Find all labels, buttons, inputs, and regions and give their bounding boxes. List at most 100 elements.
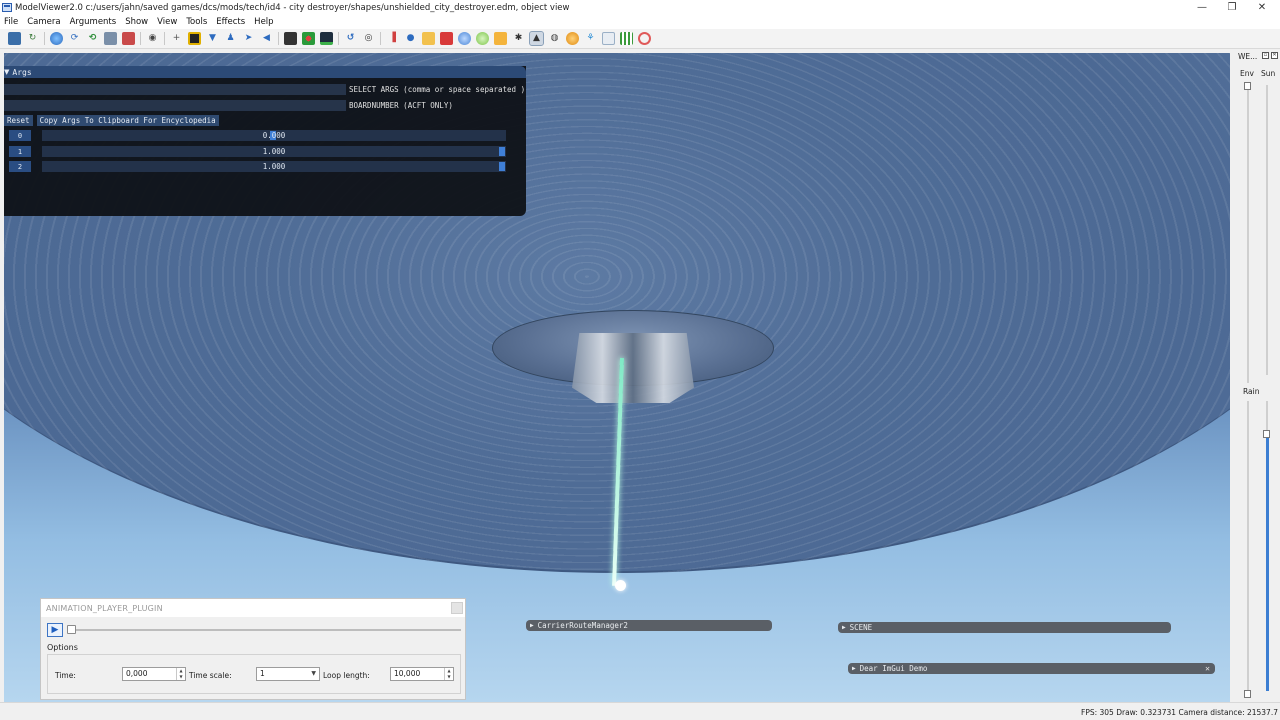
figure-icon[interactable]: ♟ bbox=[224, 32, 237, 45]
time-scale-combo[interactable]: 1 ▼ bbox=[256, 667, 320, 681]
close-button[interactable]: ✕ bbox=[1242, 0, 1280, 15]
reload-icon[interactable]: ↻ bbox=[26, 32, 39, 45]
arg-slider[interactable]: 1.000 bbox=[42, 161, 506, 172]
save-icon[interactable] bbox=[8, 32, 21, 45]
dot-icon[interactable]: ● bbox=[404, 32, 417, 45]
select-args-input[interactable] bbox=[4, 84, 346, 95]
args-panel-title: Args bbox=[12, 67, 32, 77]
sphere-icon[interactable] bbox=[458, 32, 471, 45]
time-spinbox[interactable]: 0,000 ▲ ▼ bbox=[122, 667, 186, 681]
rain-env-knob[interactable] bbox=[1244, 690, 1251, 698]
undo-icon[interactable]: ↺ bbox=[344, 32, 357, 45]
refresh-icon[interactable]: ⟳ bbox=[68, 32, 81, 45]
menu-arguments[interactable]: Arguments bbox=[70, 17, 117, 27]
grid-icon[interactable] bbox=[188, 32, 201, 45]
float-icon[interactable]: ▫ bbox=[1262, 52, 1269, 59]
menu-tools[interactable]: Tools bbox=[186, 17, 207, 27]
arg-value: 0.000 bbox=[262, 131, 286, 140]
weather-panel: WE... ▫ ✕ Env Sun Rain bbox=[1230, 49, 1280, 702]
expand-triangle-icon[interactable]: ▶ bbox=[852, 665, 856, 672]
arg-value: 1.000 bbox=[262, 147, 286, 156]
rain-env-track[interactable] bbox=[1247, 401, 1249, 691]
monitor-icon[interactable] bbox=[320, 32, 333, 45]
expand-triangle-icon[interactable]: ▶ bbox=[530, 622, 534, 629]
grid-icon[interactable] bbox=[620, 32, 633, 45]
chevron-down-icon[interactable]: ▼ bbox=[311, 668, 316, 680]
status-text: FPS: 305 Draw: 0.323731 Camera distance:… bbox=[1081, 708, 1278, 717]
menu-view[interactable]: View bbox=[157, 17, 177, 27]
table-icon[interactable]: ⚘ bbox=[584, 32, 597, 45]
timeline-knob[interactable] bbox=[67, 625, 76, 634]
arrow-icon[interactable]: ➤ bbox=[242, 32, 255, 45]
animation-player-title-bar[interactable]: ANIMATION_PLAYER_PLUGIN bbox=[41, 599, 465, 617]
expand-triangle-icon[interactable]: ▶ bbox=[842, 624, 846, 631]
image-icon[interactable] bbox=[104, 32, 117, 45]
menu-show[interactable]: Show bbox=[125, 17, 148, 27]
cube-icon[interactable] bbox=[440, 32, 453, 45]
imgui-demo-window[interactable]: ▶ Dear ImGui Demo ✕ bbox=[848, 663, 1215, 674]
play-button[interactable]: ▶ bbox=[47, 623, 63, 637]
weather-panel-title: WE... bbox=[1238, 52, 1258, 61]
toolbar-separator bbox=[164, 32, 165, 45]
toolbar-separator bbox=[44, 32, 45, 45]
toolbar-separator bbox=[140, 32, 141, 45]
menu-help[interactable]: Help bbox=[254, 17, 273, 27]
play-icon: ▶ bbox=[51, 625, 59, 635]
grid-yellow-icon[interactable] bbox=[494, 32, 507, 45]
crosshair-icon[interactable]: + bbox=[170, 32, 183, 45]
close-icon[interactable] bbox=[451, 602, 463, 614]
status-bar: FPS: 305 Draw: 0.323731 Camera distance:… bbox=[0, 702, 1280, 720]
arg-value: 1.000 bbox=[262, 162, 286, 171]
circle-icon[interactable]: ◎ bbox=[362, 32, 375, 45]
arg-index: 1 bbox=[9, 146, 31, 157]
loop-length-label: Loop length: bbox=[323, 671, 370, 680]
film-icon[interactable] bbox=[284, 32, 297, 45]
copy-args-button[interactable]: Copy Args To Clipboard For Encyclopedia bbox=[36, 115, 219, 126]
speaker-icon[interactable]: ◀ bbox=[260, 32, 273, 45]
scene-window[interactable]: ▶ SCENE bbox=[838, 622, 1171, 633]
ring-icon[interactable]: ◍ bbox=[548, 32, 561, 45]
hub-weapon-assembly bbox=[572, 333, 694, 403]
rain-label: Rain bbox=[1243, 387, 1260, 396]
chart-icon[interactable]: ▐ bbox=[386, 32, 399, 45]
loop-length-spinbox[interactable]: 10,000 ▲ ▼ bbox=[390, 667, 454, 681]
webcam-icon[interactable]: ◉ bbox=[146, 32, 159, 45]
arg-slider[interactable]: 0.000 bbox=[42, 130, 506, 141]
time-value: 0,000 bbox=[126, 669, 148, 678]
collapse-triangle-icon[interactable]: ▼ bbox=[4, 68, 9, 76]
title-bar: ModelViewer2.0 c:/users/jahn/saved games… bbox=[0, 0, 1280, 15]
spin-arrows-icon[interactable]: ▲ ▼ bbox=[176, 668, 185, 680]
menu-camera[interactable]: Camera bbox=[27, 17, 60, 27]
args-panel-header[interactable]: ▼ Args bbox=[4, 66, 526, 78]
circle-green-icon[interactable] bbox=[476, 32, 489, 45]
env-slider-track[interactable] bbox=[1247, 89, 1249, 383]
refresh-green-icon[interactable]: ⟲ bbox=[86, 32, 99, 45]
dots-icon[interactable] bbox=[302, 32, 315, 45]
sun-slider-track[interactable] bbox=[1266, 85, 1268, 375]
flame-icon[interactable]: ✱ bbox=[512, 32, 525, 45]
boardnumber-input[interactable] bbox=[4, 100, 346, 111]
carrier-route-manager-window[interactable]: ▶ CarrierRouteManager2 bbox=[526, 620, 772, 631]
timeline-track[interactable] bbox=[71, 629, 461, 631]
menu-effects[interactable]: Effects bbox=[216, 17, 245, 27]
close-icon[interactable]: ✕ bbox=[1271, 52, 1278, 59]
rain-slider-knob[interactable] bbox=[1263, 430, 1270, 438]
time-scale-label: Time scale: bbox=[189, 671, 232, 680]
toolbar: ↻ ⟳ ⟲ ◉ + ▼ ♟ ➤ ◀ ↺ ◎ ▐ ● ✱ ▲ ◍ ⚘ bbox=[0, 29, 1280, 49]
molecule-icon[interactable] bbox=[566, 32, 579, 45]
folder-icon[interactable] bbox=[422, 32, 435, 45]
globe-icon[interactable] bbox=[50, 32, 63, 45]
close-icon[interactable]: ✕ bbox=[1205, 663, 1210, 674]
options-group: Time: 0,000 ▲ ▼ Time scale: 1 ▼ Loop leng… bbox=[47, 654, 461, 694]
menu-file[interactable]: File bbox=[4, 17, 18, 27]
boardnumber-label: BOARDNUMBER (ACFT ONLY) bbox=[349, 101, 453, 110]
grid-green-icon[interactable] bbox=[602, 32, 615, 45]
target-icon[interactable] bbox=[638, 32, 651, 45]
env-slider-knob[interactable] bbox=[1244, 82, 1251, 90]
arg-slider[interactable]: 1.000 bbox=[42, 146, 506, 157]
spin-arrows-icon[interactable]: ▲ ▼ bbox=[444, 668, 453, 680]
gauge-icon[interactable]: ▲ bbox=[529, 31, 544, 46]
reset-button[interactable]: Reset bbox=[4, 115, 33, 126]
lamp-icon[interactable]: ▼ bbox=[206, 32, 219, 45]
person-icon[interactable] bbox=[122, 32, 135, 45]
